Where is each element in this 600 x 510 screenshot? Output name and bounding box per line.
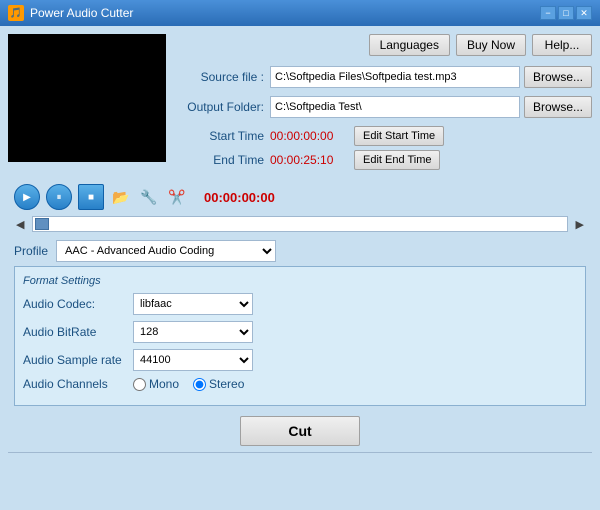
cut-icon[interactable]: ✂️: [166, 186, 188, 208]
start-time-value: 00:00:00:00: [270, 129, 350, 143]
seek-thumb[interactable]: [35, 218, 49, 230]
end-time-value: 00:00:25:10: [270, 153, 350, 167]
profile-label: Profile: [14, 244, 48, 258]
seek-bar[interactable]: [32, 216, 567, 232]
seek-right-button[interactable]: ▶: [574, 218, 586, 231]
audio-samplerate-label: Audio Sample rate: [23, 353, 133, 367]
close-button[interactable]: ✕: [576, 6, 592, 20]
format-settings-title: Format Settings: [23, 275, 577, 287]
settings-icon[interactable]: 🔧: [138, 186, 160, 208]
audio-bitrate-label: Audio BitRate: [23, 325, 133, 339]
source-file-label: Source file :: [174, 70, 264, 84]
open-file-icon[interactable]: 📂: [110, 186, 132, 208]
app-icon: 🎵: [8, 5, 24, 21]
seek-left-button[interactable]: ◀: [14, 218, 26, 231]
end-time-label: End Time: [174, 153, 264, 167]
source-browse-button[interactable]: Browse...: [524, 66, 592, 88]
audio-codec-label: Audio Codec:: [23, 297, 133, 311]
output-folder-input[interactable]: [270, 96, 520, 118]
title-bar: 🎵 Power Audio Cutter − □ ✕: [0, 0, 600, 26]
source-file-input[interactable]: [270, 66, 520, 88]
edit-start-time-button[interactable]: Edit Start Time: [354, 126, 444, 146]
mono-radio[interactable]: [133, 378, 146, 391]
output-browse-button[interactable]: Browse...: [524, 96, 592, 118]
help-button[interactable]: Help...: [532, 34, 592, 56]
audio-codec-select[interactable]: libfaac aac libmp3lame: [133, 293, 253, 315]
audio-bitrate-select[interactable]: 128 64 192 256 320: [133, 321, 253, 343]
format-settings-panel: Format Settings Audio Codec: libfaac aac…: [14, 266, 586, 406]
languages-button[interactable]: Languages: [369, 34, 450, 56]
audio-channels-label: Audio Channels: [23, 377, 133, 391]
play-button[interactable]: ▶: [14, 184, 40, 210]
video-preview: [8, 34, 166, 162]
minimize-button[interactable]: −: [540, 6, 556, 20]
edit-end-time-button[interactable]: Edit End Time: [354, 150, 440, 170]
stop-button[interactable]: ■: [78, 184, 104, 210]
current-time-display: 00:00:00:00: [204, 190, 275, 205]
stereo-radio-label[interactable]: Stereo: [193, 377, 244, 391]
profile-select[interactable]: AAC - Advanced Audio Coding: [56, 240, 276, 262]
pause-button[interactable]: ⏸: [46, 184, 72, 210]
status-bar: [8, 452, 592, 470]
cut-button[interactable]: Cut: [240, 416, 360, 446]
output-folder-label: Output Folder:: [174, 100, 264, 114]
buy-now-button[interactable]: Buy Now: [456, 34, 526, 56]
mono-radio-label[interactable]: Mono: [133, 377, 179, 391]
start-time-label: Start Time: [174, 129, 264, 143]
audio-samplerate-select[interactable]: 44100 22050 11025 48000: [133, 349, 253, 371]
maximize-button[interactable]: □: [558, 6, 574, 20]
stereo-radio[interactable]: [193, 378, 206, 391]
app-title: Power Audio Cutter: [30, 6, 133, 20]
